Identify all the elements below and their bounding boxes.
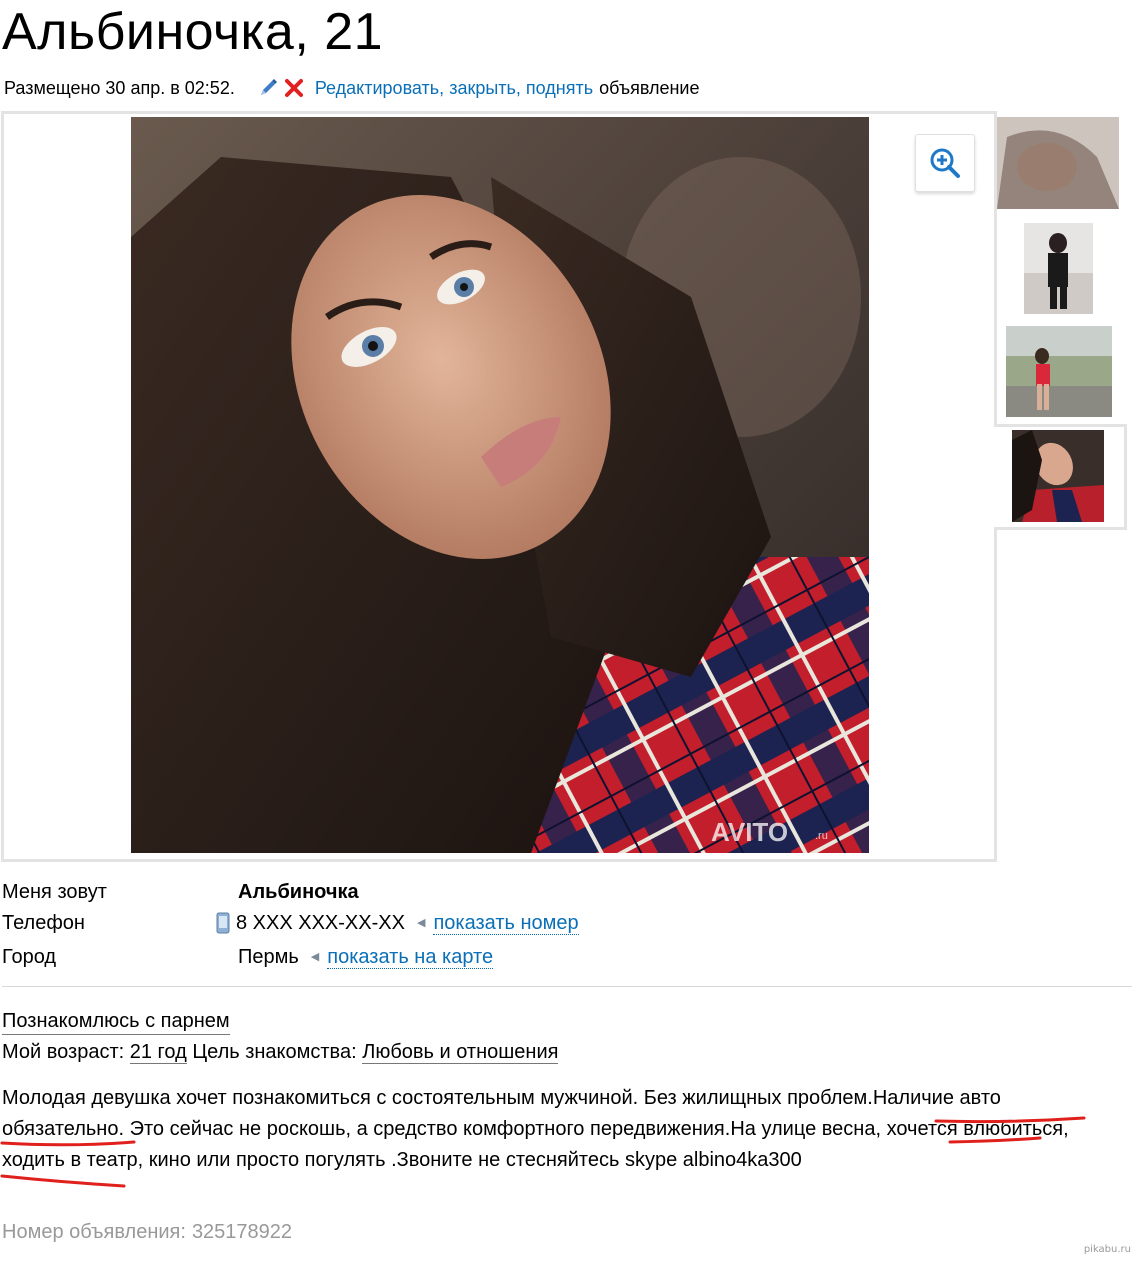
city-value-group: Пермь ◀ показать на карте bbox=[238, 944, 494, 970]
name-value: Альбиночка bbox=[238, 881, 359, 903]
city-value: Пермь bbox=[238, 946, 299, 968]
phone-number: 8 XXX XXX-XX-XX bbox=[236, 912, 405, 934]
goal-label: Цель знакомства: bbox=[192, 1041, 357, 1063]
pencil-icon[interactable] bbox=[257, 77, 279, 99]
thumbnail-2[interactable] bbox=[1024, 223, 1093, 314]
site-watermark: pikabu.ru bbox=[1083, 1244, 1131, 1255]
thumbnail-3[interactable] bbox=[1006, 326, 1112, 417]
show-phone-link[interactable]: показать номер bbox=[433, 912, 579, 935]
posted-date: Размещено 30 апр. в 02:52. bbox=[4, 78, 235, 98]
listing-params: Мой возраст: 21 год Цель знакомства: Люб… bbox=[2, 1039, 559, 1065]
listing-subheading: Познакомлюсь с парнем bbox=[2, 1008, 230, 1035]
goal-value: Любовь и отношения bbox=[362, 1041, 559, 1064]
raise-link[interactable]: поднять bbox=[526, 78, 593, 98]
main-photo[interactable]: AVITO .ru bbox=[131, 117, 869, 853]
actions-tail: объявление bbox=[599, 78, 700, 98]
phone-label: Телефон bbox=[2, 912, 85, 934]
city-label: Город bbox=[2, 946, 57, 968]
thumbnail-1[interactable] bbox=[997, 117, 1119, 209]
listing-title: Альбиночка, 21 bbox=[2, 3, 384, 61]
arrow-left-icon: ◀ bbox=[416, 917, 426, 929]
zoom-in-icon bbox=[930, 148, 960, 178]
section-divider bbox=[2, 986, 1132, 987]
close-link[interactable]: закрыть, bbox=[449, 78, 521, 98]
listing-meta: Размещено 30 апр. в 02:52. Редактировать… bbox=[4, 76, 700, 100]
listing-actions: Редактировать, закрыть, поднять bbox=[315, 76, 593, 100]
age-value: 21 год bbox=[129, 1041, 187, 1064]
edit-link[interactable]: Редактировать, bbox=[315, 78, 444, 98]
name-label: Меня зовут bbox=[2, 881, 107, 903]
mobile-phone-icon bbox=[216, 912, 230, 934]
phone-value-group: 8 XXX XXX-XX-XX ◀ показать номер bbox=[216, 910, 579, 936]
show-on-map-link[interactable]: показать на карте bbox=[327, 946, 494, 969]
photo-watermark: AVITO bbox=[711, 817, 788, 847]
photo-watermark-suffix: .ru bbox=[815, 830, 828, 842]
ad-number-label: Номер объявления: bbox=[2, 1221, 186, 1243]
photo-gallery: AVITO .ru bbox=[1, 111, 997, 862]
zoom-button[interactable] bbox=[915, 134, 975, 192]
ad-number: Номер объявления: 325178922 bbox=[2, 1219, 292, 1245]
close-icon[interactable] bbox=[283, 77, 305, 99]
thumbnail-4[interactable] bbox=[1012, 430, 1104, 522]
city-row: Город Пермь ◀ показать на карте bbox=[2, 944, 702, 972]
arrow-left-icon: ◀ bbox=[310, 951, 320, 963]
age-label: Мой возраст: bbox=[2, 1041, 125, 1063]
phone-row: Телефон 8 XXX XXX-XX-XX ◀ показать номер bbox=[2, 910, 702, 938]
ad-number-value: 325178922 bbox=[191, 1221, 293, 1243]
red-underline-marks bbox=[0, 1116, 1086, 1188]
